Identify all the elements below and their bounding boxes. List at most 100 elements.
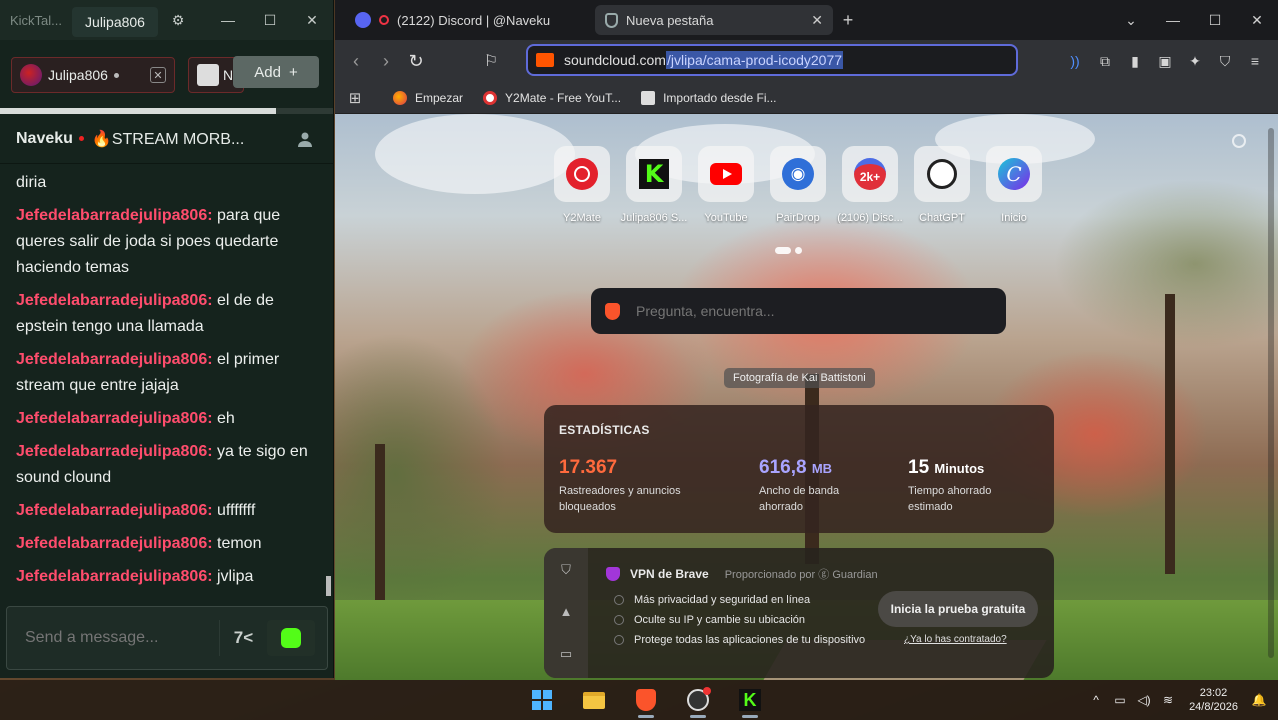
- clock[interactable]: 23:02 24/8/2026: [1189, 686, 1238, 714]
- bookmark-y2mate[interactable]: Y2Mate - Free YouT...: [483, 90, 621, 105]
- back-arrow-icon[interactable]: ‹: [341, 51, 371, 72]
- pager-dot[interactable]: [795, 247, 802, 254]
- shortcut-discord[interactable]: 2k+ (2106) Disc...: [837, 146, 903, 224]
- chevron-up-icon[interactable]: ^: [1087, 693, 1105, 707]
- shortcut-inicio[interactable]: C Inicio: [985, 146, 1043, 224]
- tab-new-tab[interactable]: Nueva pestaña ✕: [595, 5, 833, 35]
- volume-icon[interactable]: ◁): [1135, 693, 1153, 707]
- stat-time: 15 Minutos Tiempo ahorrado estimado: [908, 457, 992, 513]
- ntp-search-box[interactable]: [591, 288, 1006, 334]
- taskbar: K ^ ▭ ◁) ≋ 23:02 24/8/2026 🔔: [0, 680, 1278, 720]
- system-tray: ^ ▭ ◁) ≋ 23:02 24/8/2026 🔔: [1087, 680, 1268, 720]
- user-icon[interactable]: [297, 131, 313, 147]
- bookmark-empezar[interactable]: Empezar: [393, 90, 463, 105]
- chat-scrollbar[interactable]: [326, 576, 331, 596]
- shortcut-pairdrop[interactable]: ◉ PairDrop: [769, 146, 827, 224]
- sidebar-icon[interactable]: ▮: [1120, 53, 1150, 70]
- brave-lion-icon: [605, 302, 620, 320]
- chat-username[interactable]: Jefedelabarradejulipa806:: [16, 351, 213, 368]
- close-window-icon[interactable]: ✕: [1236, 12, 1278, 29]
- add-label: Add: [254, 63, 281, 81]
- pager-dot-active[interactable]: [775, 247, 791, 254]
- shortcut-youtube[interactable]: YouTube: [697, 146, 755, 224]
- shortcut-kick[interactable]: K Julipa806 S...: [621, 146, 687, 224]
- chat-tab-active[interactable]: Julipa806: [72, 7, 158, 37]
- clock-time: 23:02: [1199, 687, 1228, 699]
- already-purchased-link[interactable]: ¿Ya lo has contratado?: [904, 634, 1007, 645]
- chat-header: Naveku 🔥STREAM MORB...: [0, 114, 333, 164]
- url-path-selected: /jvlipa/cama-prod-icody2077: [665, 51, 844, 69]
- close-icon[interactable]: ✕: [291, 12, 333, 29]
- chat-username[interactable]: Jefedelabarradejulipa806:: [16, 410, 213, 427]
- media-icon[interactable]: ▭: [544, 646, 588, 674]
- minimize-icon[interactable]: —: [207, 12, 249, 28]
- reload-icon[interactable]: ↻: [401, 51, 431, 72]
- new-tab-plus-icon[interactable]: +: [833, 10, 863, 31]
- page-settings-gear-icon[interactable]: [1232, 134, 1246, 148]
- wifi-icon[interactable]: ≋: [1159, 693, 1177, 707]
- emote-picker-button[interactable]: 7<: [219, 620, 267, 656]
- taskbar-brave[interactable]: [626, 680, 666, 720]
- widget-side-nav: ⛉ ▲ ▭: [544, 548, 588, 678]
- start-trial-button[interactable]: Inicia la prueba gratuita: [878, 591, 1038, 627]
- channel-chip-julipa806[interactable]: Julipa806 ✕: [11, 57, 175, 93]
- bookmarks-bar: ⊞ Empezar Y2Mate - Free YouT... Importad…: [335, 82, 1278, 114]
- forward-arrow-icon[interactable]: ›: [371, 51, 401, 72]
- minimize-icon[interactable]: —: [1152, 12, 1194, 28]
- kick-send-icon[interactable]: [267, 620, 315, 656]
- start-button[interactable]: [522, 680, 562, 720]
- chat-channel-name[interactable]: Naveku: [16, 130, 73, 148]
- vpn-shield-icon[interactable]: ⛉: [544, 562, 588, 590]
- chat-username[interactable]: Jefedelabarradejulipa806:: [16, 292, 213, 309]
- shortcut-y2mate[interactable]: Y2Mate: [553, 146, 611, 224]
- add-channel-button[interactable]: Add +: [233, 56, 319, 88]
- taskbar-file-explorer[interactable]: [574, 680, 614, 720]
- maximize-icon[interactable]: ☐: [249, 12, 291, 29]
- vpn-shield-icon[interactable]: ⛉: [1210, 53, 1240, 70]
- address-bar[interactable]: soundcloud.com/jvlipa/cama-prod-icody207…: [526, 44, 1018, 76]
- tab-list-chevron-icon[interactable]: ⌄: [1110, 12, 1152, 29]
- tab-discord[interactable]: (2122) Discord | @Naveku: [345, 5, 595, 35]
- chat-text: eh: [212, 410, 235, 427]
- tab-title: Nueva pestaña: [626, 12, 714, 28]
- taskbar-obs[interactable]: [678, 680, 718, 720]
- chat-text: jvlipa: [212, 568, 254, 585]
- menu-hamburger-icon[interactable]: ≡: [1240, 53, 1270, 69]
- audio-wave-icon[interactable]: )): [1060, 53, 1090, 69]
- close-tab-icon[interactable]: ✕: [811, 12, 823, 29]
- discord-icon: 2k+: [854, 158, 886, 190]
- channel-scroll-bar[interactable]: [0, 108, 333, 114]
- battery-icon[interactable]: ▭: [1111, 693, 1129, 707]
- chat-username[interactable]: Jefedelabarradejulipa806:: [16, 502, 213, 519]
- notification-bell-icon[interactable]: 🔔: [1250, 693, 1268, 707]
- shortcut-chatgpt[interactable]: ChatGPT: [913, 146, 971, 224]
- chat-message-input[interactable]: [25, 629, 205, 647]
- wallet-icon[interactable]: ▣: [1150, 53, 1180, 70]
- chat-username[interactable]: Jefedelabarradejulipa806:: [16, 535, 213, 552]
- discord-favicon-icon: [355, 12, 371, 28]
- vpn-feature: Más privacidad y seguridad en línea: [614, 590, 865, 610]
- chat-username[interactable]: Jefedelabarradejulipa806:: [16, 443, 213, 460]
- maximize-icon[interactable]: ☐: [1194, 12, 1236, 29]
- bookmark-imported[interactable]: Importado desde Fi...: [641, 90, 776, 105]
- leo-ai-icon[interactable]: ✦: [1180, 53, 1210, 70]
- chat-username[interactable]: Jefedelabarradejulipa806:: [16, 568, 213, 585]
- ntp-search-input[interactable]: [636, 303, 976, 319]
- bookmark-icon[interactable]: ⚐: [471, 51, 511, 71]
- page-scrollbar[interactable]: [1268, 128, 1274, 658]
- close-channel-icon[interactable]: ✕: [150, 67, 166, 83]
- chat-username[interactable]: Jefedelabarradejulipa806:: [16, 207, 213, 224]
- chat-text: ufffffff: [212, 502, 256, 519]
- folder-icon: [583, 691, 605, 709]
- live-dot-icon: [78, 136, 84, 141]
- triangle-icon[interactable]: ▲: [544, 604, 588, 632]
- chat-message: Jefedelabarradejulipa806: ya te sigo en …: [16, 439, 323, 491]
- pairdrop-icon: ◉: [782, 158, 814, 190]
- apps-grid-icon[interactable]: ⊞: [337, 89, 373, 107]
- channel-name: N: [223, 67, 234, 83]
- taskbar-kick[interactable]: K: [730, 680, 770, 720]
- channel-tabs: Julipa806 ✕ N Add +: [0, 40, 333, 114]
- photo-credit[interactable]: Fotografía de Kai Battistoni: [724, 368, 875, 388]
- settings-gear-icon[interactable]: ⚙: [158, 12, 198, 29]
- extensions-puzzle-icon[interactable]: ⧉: [1090, 53, 1120, 70]
